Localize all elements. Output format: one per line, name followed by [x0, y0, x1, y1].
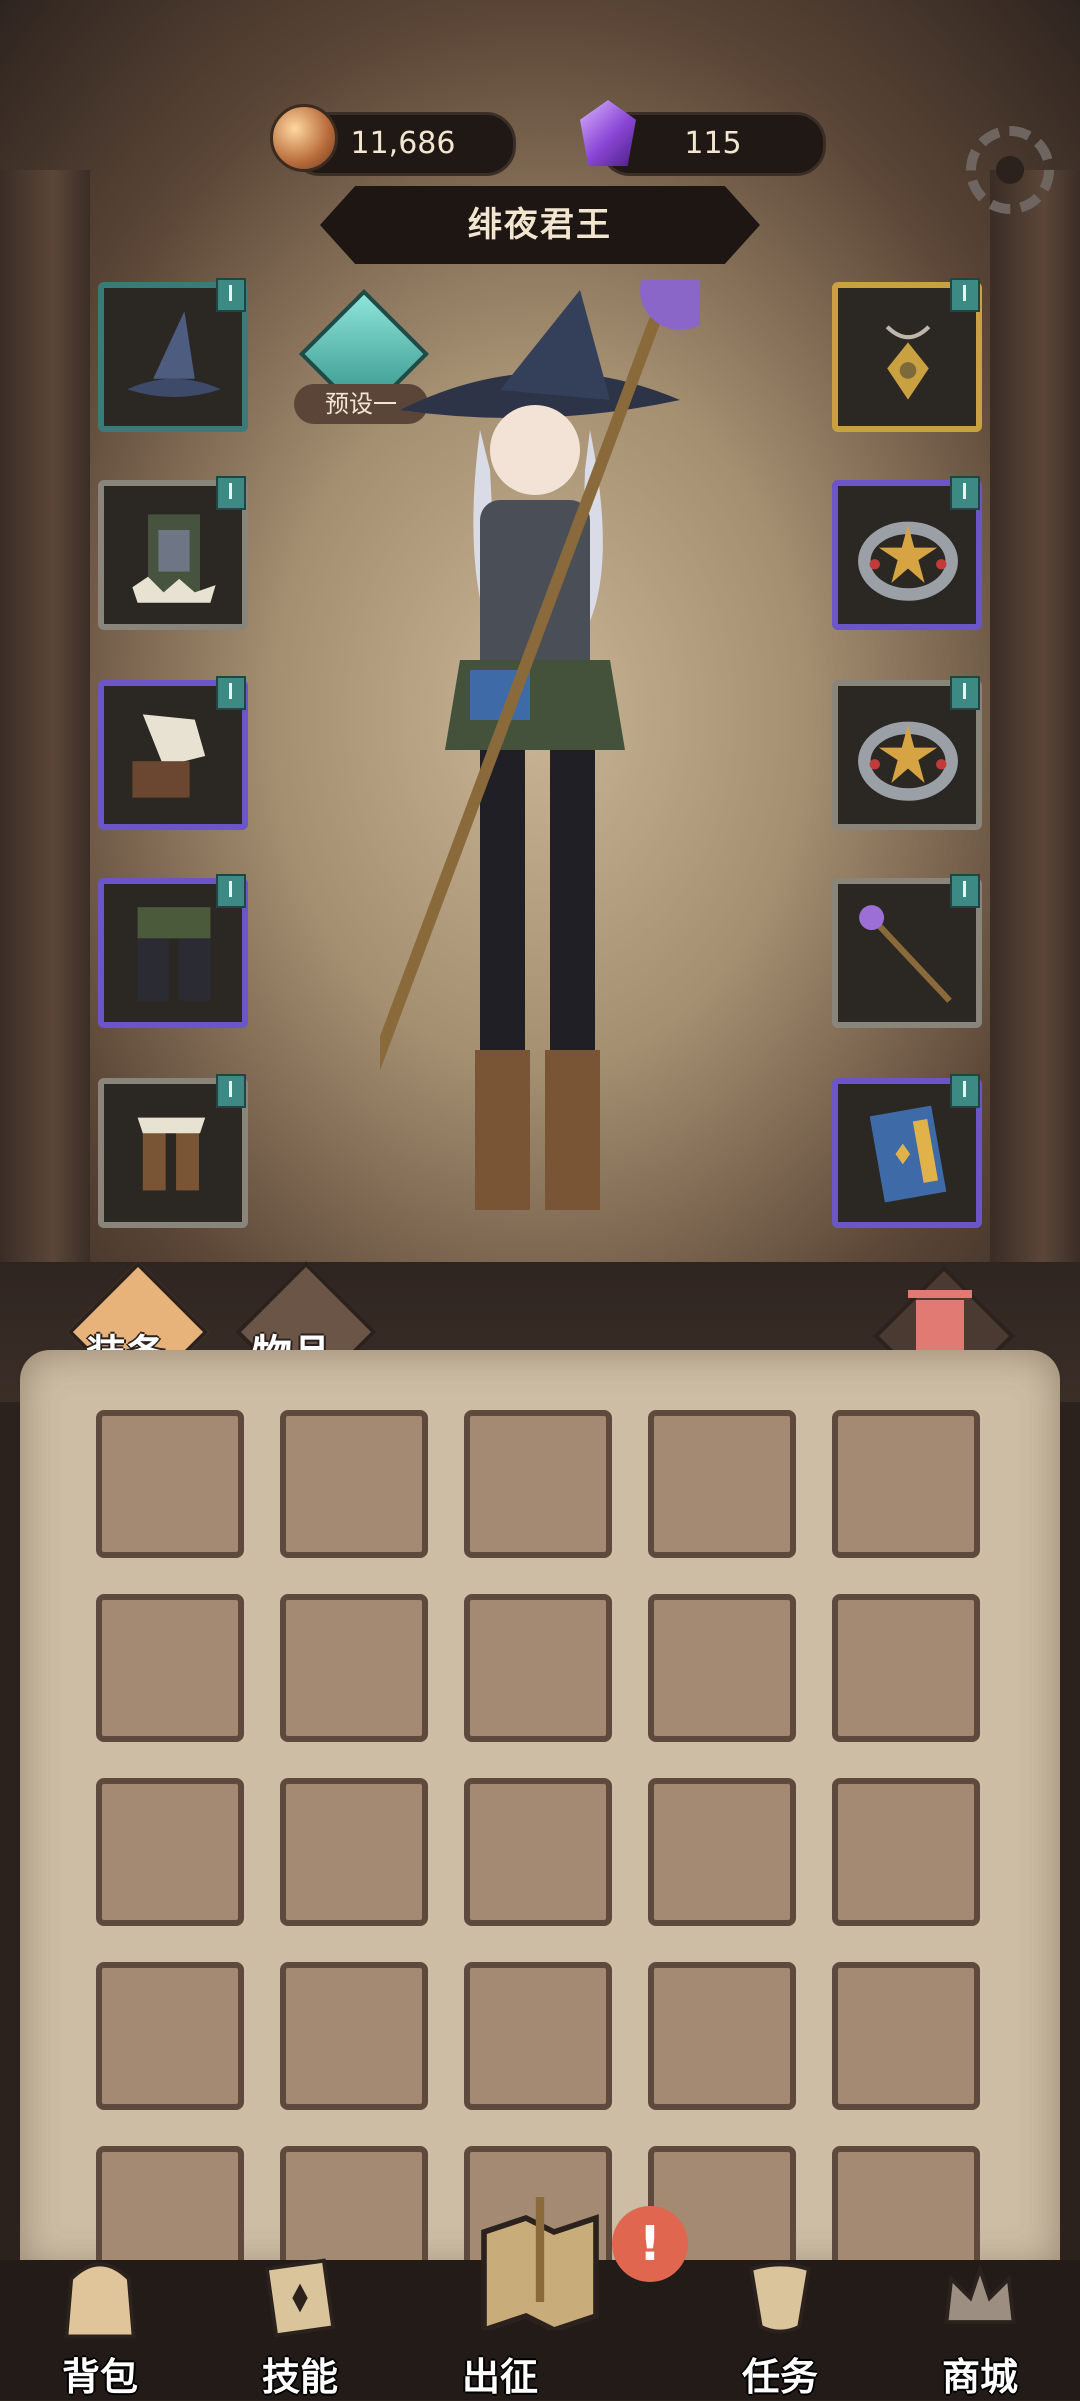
- hero-name: 绯夜君王: [468, 205, 612, 245]
- nav-shop-label: 商城: [941, 2355, 1018, 2399]
- inventory-cell[interactable]: [832, 1410, 980, 1558]
- inventory-cell[interactable]: [648, 1962, 796, 2110]
- nav-skills[interactable]: 技能: [200, 2258, 400, 2400]
- inventory-cell[interactable]: [280, 1594, 428, 1742]
- tasks-scroll-icon: [749, 2262, 811, 2334]
- inventory-cell[interactable]: [280, 1778, 428, 1926]
- equip-slot-hat[interactable]: [98, 278, 248, 432]
- inventory-cell[interactable]: [464, 1962, 612, 2110]
- inventory-cell[interactable]: [464, 1778, 612, 1926]
- inventory-panel: [20, 1350, 1060, 2294]
- spellbook-icon: [869, 1105, 947, 1203]
- bottom-nav: 背包 技能 出征 任务 商城: [0, 2197, 1080, 2400]
- nav-skills-label: 技能: [261, 2355, 338, 2399]
- nav-backpack[interactable]: 背包: [0, 2260, 200, 2400]
- equip-slot-offhand[interactable]: [832, 1074, 982, 1228]
- ring-icon: [858, 721, 958, 801]
- hero-name-banner: 绯夜君王: [320, 186, 760, 264]
- nav-shop[interactable]: 商城: [880, 2260, 1080, 2400]
- gold-value: 11,686: [350, 126, 456, 161]
- equip-slot-ring-2[interactable]: [832, 676, 982, 830]
- left-wall: [0, 170, 90, 1270]
- inventory-cell[interactable]: [96, 1778, 244, 1926]
- right-wall: [990, 170, 1080, 1270]
- inventory-cell[interactable]: [96, 1410, 244, 1558]
- backpack-icon: [64, 2262, 136, 2339]
- equip-slot-gloves[interactable]: [98, 676, 248, 830]
- inventory-cell[interactable]: [464, 1594, 612, 1742]
- inventory-cell[interactable]: [832, 1962, 980, 2110]
- inventory-cell[interactable]: [96, 1962, 244, 2110]
- amulet-icon: [885, 325, 931, 400]
- gloves-icon: [132, 714, 206, 798]
- witch-hat-icon: [127, 311, 221, 397]
- inventory-cell[interactable]: [648, 1778, 796, 1926]
- equip-slot-amulet[interactable]: [832, 278, 982, 432]
- inventory-cell[interactable]: [464, 1410, 612, 1558]
- inventory-cell[interactable]: [832, 1594, 980, 1742]
- equip-slot-boots[interactable]: [98, 1074, 248, 1228]
- hero-character: [380, 280, 700, 1210]
- nav-expedition-label: 出征: [461, 2355, 538, 2399]
- nav-backpack-label: 背包: [61, 2355, 138, 2399]
- robe-icon: [132, 514, 216, 603]
- gem-value: 115: [684, 126, 742, 161]
- gold-coin-icon: [270, 104, 338, 172]
- nav-expedition[interactable]: 出征: [440, 2197, 640, 2400]
- equip-slot-armor[interactable]: [98, 476, 248, 630]
- inventory-cell[interactable]: [648, 1410, 796, 1558]
- inventory-cell[interactable]: [96, 1594, 244, 1742]
- boots-icon: [137, 1117, 206, 1191]
- equip-slot-weapon[interactable]: [832, 874, 982, 1028]
- shop-crown-icon: [944, 2263, 1016, 2324]
- nav-tasks[interactable]: 任务: [680, 2260, 880, 2400]
- inventory-cell[interactable]: [280, 1962, 428, 2110]
- inventory-cell[interactable]: [832, 1778, 980, 1926]
- skills-book-icon: [264, 2258, 336, 2338]
- ring-icon: [858, 521, 958, 601]
- settings-gear-icon[interactable]: [966, 126, 1054, 214]
- equip-slot-pants[interactable]: [98, 874, 248, 1028]
- notification-alert-icon[interactable]: !: [612, 2206, 688, 2282]
- staff-icon: [859, 905, 952, 1003]
- inventory-cell[interactable]: [648, 1594, 796, 1742]
- expedition-map-icon: [481, 2197, 599, 2330]
- nav-tasks-label: 任务: [741, 2355, 818, 2399]
- pants-icon: [137, 907, 211, 1001]
- equip-slot-ring-1[interactable]: [832, 476, 982, 630]
- inventory-cell[interactable]: [280, 1410, 428, 1558]
